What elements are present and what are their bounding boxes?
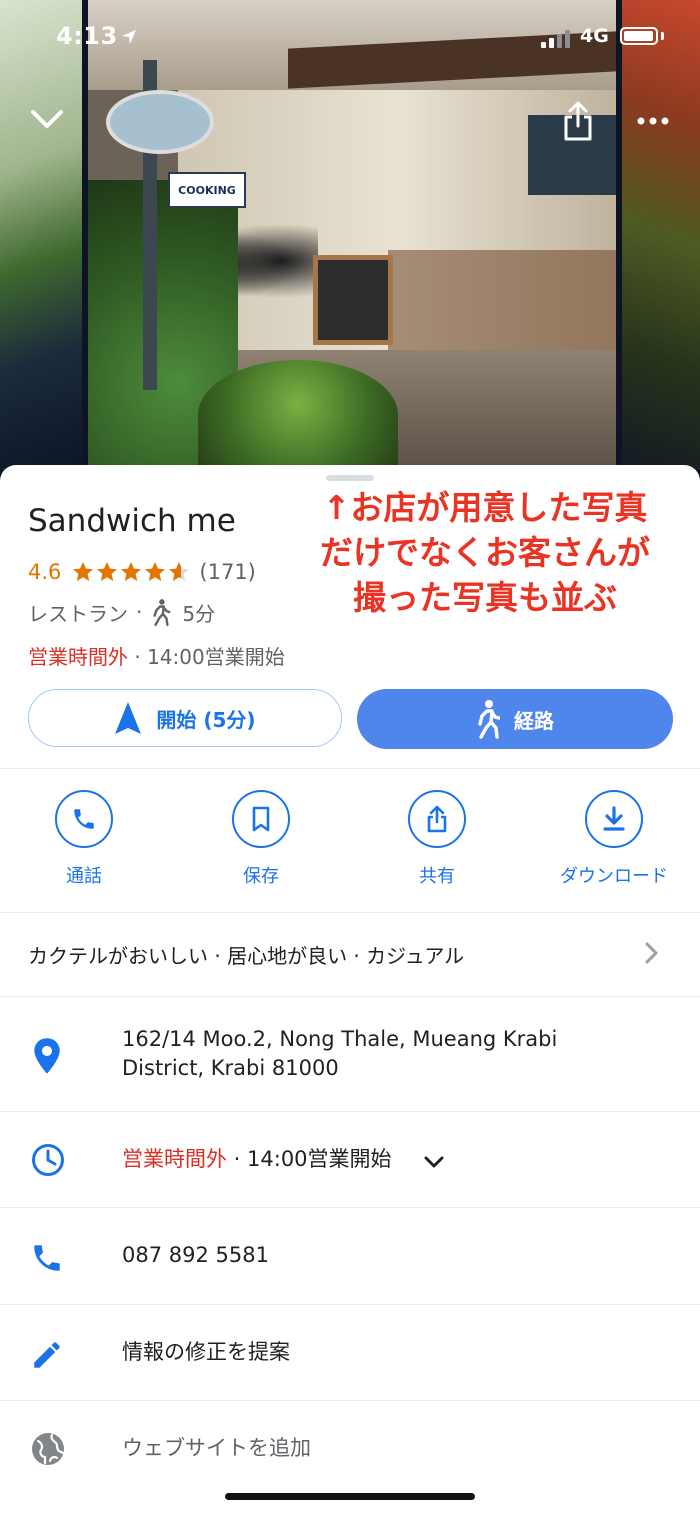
globe-icon xyxy=(32,1433,65,1465)
download-icon xyxy=(585,790,643,848)
photo-round-sign xyxy=(106,90,214,154)
annotation-line-3: 撮った写真も並ぶ xyxy=(353,578,617,617)
phone-icon xyxy=(55,790,113,848)
photo-cooking-board: COOKING xyxy=(168,172,246,208)
call-action[interactable]: 通話 xyxy=(19,790,149,888)
share-icon xyxy=(408,790,466,848)
chevron-down-icon[interactable] xyxy=(30,107,64,131)
save-action[interactable]: 保存 xyxy=(196,790,326,888)
share-action[interactable]: 共有 xyxy=(372,790,502,888)
hours-detail-next: · 14:00営業開始 xyxy=(227,1147,392,1171)
chevron-down-icon[interactable] xyxy=(423,1155,445,1169)
signal-icon xyxy=(541,30,570,48)
photo-storefront[interactable]: COOKING xyxy=(88,0,616,470)
hours-summary: 営業時間外 · 14:00営業開始 xyxy=(28,641,285,670)
divider xyxy=(0,1111,700,1112)
hours-next-open: 14:00営業開始 xyxy=(147,645,285,669)
star-icon xyxy=(73,562,94,581)
phone-number: 087 892 5581 xyxy=(122,1243,269,1267)
star-icon xyxy=(121,562,142,581)
place-name: Sandwich me xyxy=(28,503,236,539)
divider xyxy=(0,1400,700,1401)
walking-icon xyxy=(478,700,500,739)
divider xyxy=(0,768,700,769)
star-icon xyxy=(169,562,190,581)
save-label: 保存 xyxy=(243,866,279,887)
review-count: (171) xyxy=(199,560,256,584)
photo-plants-front xyxy=(198,360,398,470)
highlights-row[interactable]: カクテルがおいしい · 居心地が良い · カジュアル xyxy=(28,940,668,969)
pencil-icon xyxy=(34,1342,60,1368)
hours-status: 営業時間外 xyxy=(28,645,128,669)
share-label: 共有 xyxy=(419,866,455,887)
route-button-label: 経路 xyxy=(514,708,554,733)
battery-cap xyxy=(661,32,664,40)
category-row: レストラン · 5分 xyxy=(28,597,215,627)
download-label: ダウンロード xyxy=(560,866,668,887)
add-website-label: ウェブサイトを追加 xyxy=(122,1436,311,1460)
home-indicator[interactable] xyxy=(225,1493,475,1500)
star-icon xyxy=(145,562,166,581)
address-line-2: District, Krabi 81000 xyxy=(122,1056,339,1080)
rating-stars xyxy=(71,560,191,584)
call-label: 通話 xyxy=(66,866,102,887)
address-line-1: 162/14 Moo.2, Nong Thale, Mueang Krabi xyxy=(122,1027,558,1051)
rating-row[interactable]: 4.6 (171) xyxy=(28,557,256,587)
location-arrow-icon xyxy=(122,30,136,44)
rating-value: 4.6 xyxy=(28,560,62,584)
status-bar: 4:13 4G xyxy=(0,0,700,70)
share-icon[interactable] xyxy=(562,100,594,142)
annotation-line-2: だけでなくお客さんが xyxy=(320,533,650,572)
category-separator: · xyxy=(136,600,143,624)
photo-chalkboard xyxy=(313,255,393,345)
clock-icon xyxy=(32,1144,64,1176)
walking-icon xyxy=(153,599,171,626)
start-navigation-button[interactable]: 開始 (5分) xyxy=(28,689,342,747)
sheet-handle[interactable] xyxy=(326,475,374,481)
status-time: 4:13 xyxy=(56,22,118,50)
bookmark-icon xyxy=(232,790,290,848)
download-action[interactable]: ダウンロード xyxy=(549,790,679,888)
annotation-text: ↑お店が用意した写真 だけでなくお客さんが 撮った写真も並ぶ xyxy=(290,485,680,620)
start-button-label: 開始 (5分) xyxy=(156,707,256,732)
navigation-arrow-icon xyxy=(115,702,142,734)
directions-button[interactable]: 経路 xyxy=(357,689,673,749)
photo-dish-left[interactable] xyxy=(0,0,82,470)
walk-time: 5分 xyxy=(182,601,216,626)
divider xyxy=(0,1207,700,1208)
address-text: 162/14 Moo.2, Nong Thale, Mueang Krabi D… xyxy=(122,1025,557,1083)
divider xyxy=(0,996,700,997)
hours-separator: · xyxy=(128,645,148,669)
network-type: 4G xyxy=(580,25,609,47)
phone-icon xyxy=(34,1245,60,1271)
battery-icon xyxy=(620,27,658,45)
photo-gallery[interactable]: COOKING xyxy=(0,0,700,480)
suggest-edit-label: 情報の修正を提案 xyxy=(122,1340,290,1364)
annotation-line-1: ↑お店が用意した写真 xyxy=(322,488,648,527)
hours-detail-status: 営業時間外 xyxy=(122,1147,227,1171)
photo-dish-right[interactable] xyxy=(622,0,700,470)
location-pin-icon xyxy=(34,1038,60,1074)
more-icon[interactable] xyxy=(637,116,669,126)
hours-detail: 営業時間外 · 14:00営業開始 xyxy=(122,1145,392,1174)
category-label: レストラン xyxy=(28,601,128,626)
divider xyxy=(0,1304,700,1305)
divider xyxy=(0,912,700,913)
place-sheet: Sandwich me 4.6 (171) レストラン · 5分 営業時間外 ·… xyxy=(0,465,700,1515)
star-icon xyxy=(97,562,118,581)
chevron-right-icon[interactable] xyxy=(643,940,661,966)
